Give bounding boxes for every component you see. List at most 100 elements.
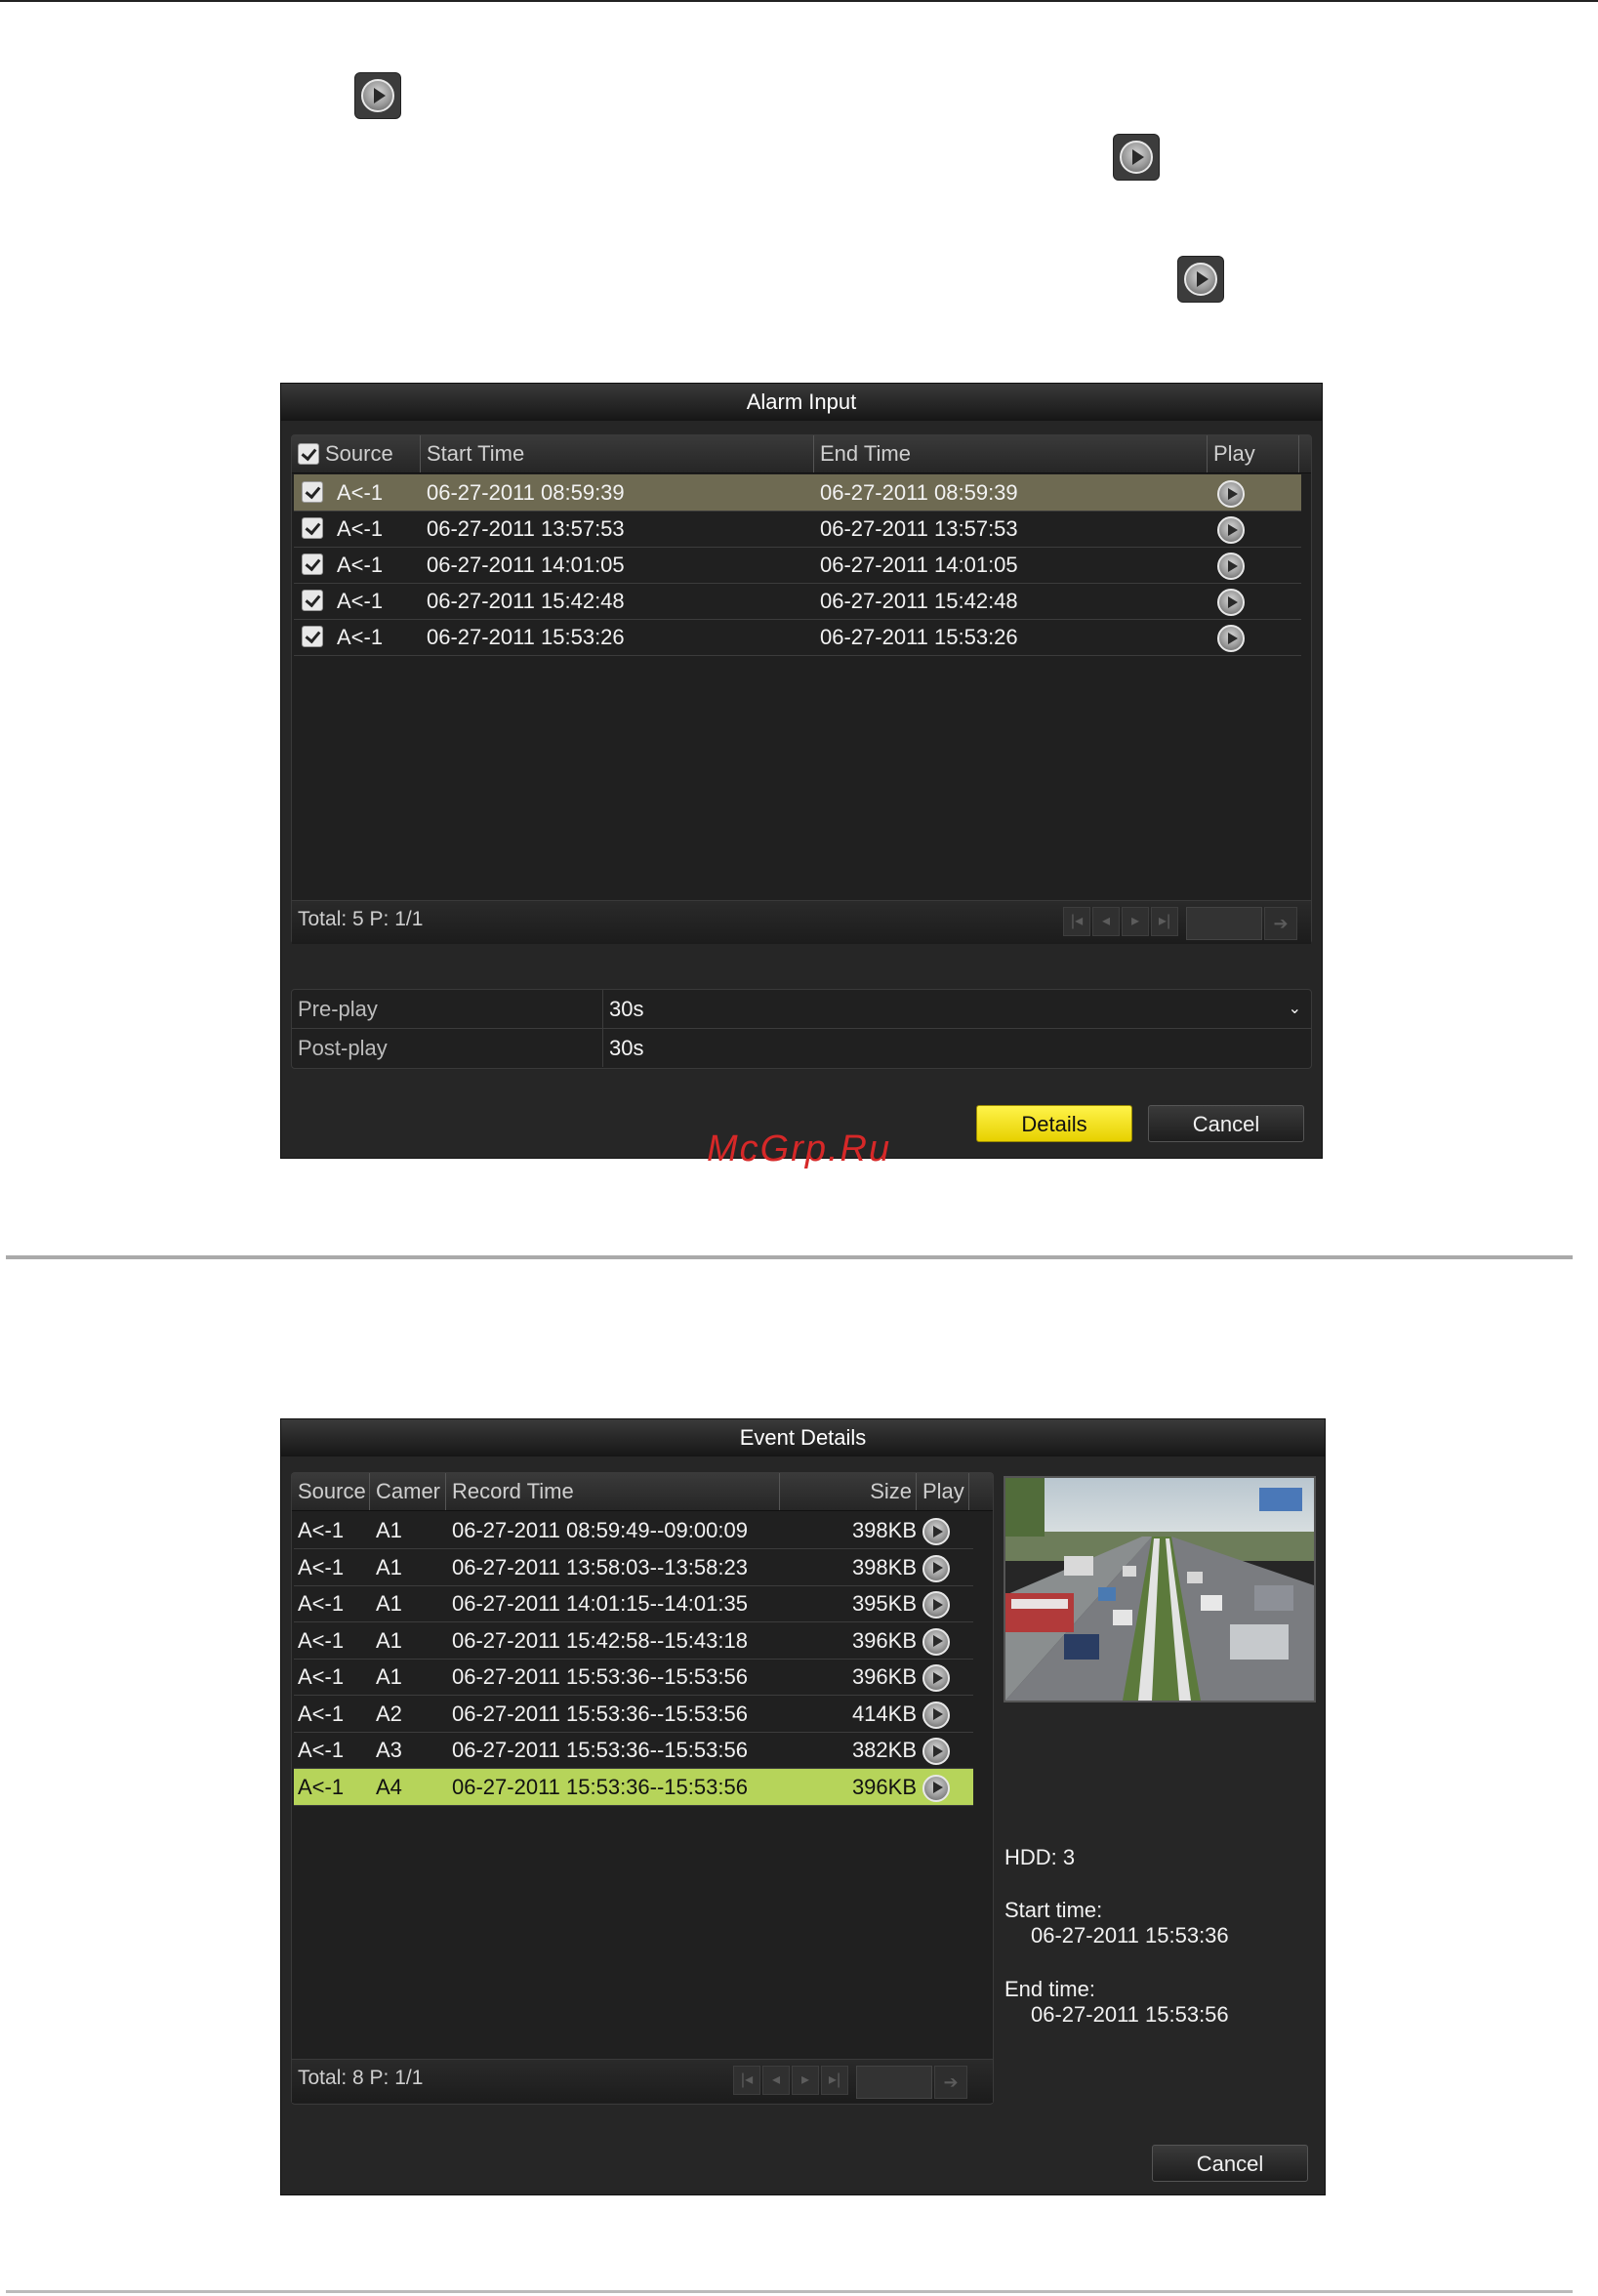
start-time-cell: 06-27-2011 14:01:05 bbox=[427, 553, 625, 577]
play-button[interactable] bbox=[922, 1549, 950, 1585]
table-row[interactable]: A<-1 A1 06-27-2011 15:53:36--15:53:56 396KB bbox=[294, 1659, 973, 1696]
record-time-cell: 06-27-2011 15:53:36--15:53:56 bbox=[452, 1774, 748, 1799]
play-icon bbox=[1217, 480, 1245, 509]
header-record-time[interactable]: Record Time bbox=[446, 1473, 780, 1510]
pager: |◂ ◂ ▸ ▸| ➔ bbox=[1063, 907, 1297, 940]
header-source[interactable]: Source bbox=[292, 435, 421, 472]
table-row[interactable]: A<-1 A2 06-27-2011 15:53:36--15:53:56 414KB bbox=[294, 1696, 973, 1733]
page-number-input[interactable] bbox=[1186, 907, 1262, 940]
play-button[interactable] bbox=[922, 1659, 950, 1695]
size-cell: 398KB bbox=[851, 1554, 917, 1579]
table-row[interactable]: A<-1 06-27-2011 15:53:26 06-27-2011 15:53:… bbox=[294, 619, 1301, 656]
first-page-button[interactable]: |◂ bbox=[1063, 907, 1090, 936]
source-cell: A<-1 bbox=[337, 480, 384, 505]
play-icon bbox=[1178, 257, 1223, 302]
table-row[interactable]: A<-1 06-27-2011 13:57:53 06-27-2011 13:57:… bbox=[294, 511, 1301, 548]
chevron-down-icon: ⌄ bbox=[1288, 1001, 1301, 1017]
play-button[interactable] bbox=[1217, 583, 1245, 619]
first-page-button[interactable]: |◂ bbox=[733, 2066, 760, 2095]
details-button[interactable]: Details bbox=[976, 1105, 1132, 1142]
postplay-select[interactable]: 30s bbox=[602, 1029, 1311, 1067]
table-row[interactable]: A<-1 06-27-2011 08:59:39 06-27-2011 08:59:… bbox=[294, 474, 1301, 512]
start-time-value: 06-27-2011 15:53:36 bbox=[1031, 1923, 1229, 1948]
header-end-time[interactable]: End Time bbox=[814, 435, 1208, 472]
prev-page-button[interactable]: ◂ bbox=[1092, 907, 1120, 936]
highway-scene-image bbox=[1005, 1478, 1314, 1701]
play-button[interactable] bbox=[922, 1696, 950, 1732]
camera-cell: A2 bbox=[376, 1701, 402, 1726]
table-row[interactable]: A<-1 06-27-2011 14:01:05 06-27-2011 14:01:… bbox=[294, 547, 1301, 584]
play-button[interactable] bbox=[922, 1769, 950, 1805]
table-row[interactable]: A<-1 A1 06-27-2011 13:58:03--13:58:23 398KB bbox=[294, 1549, 973, 1586]
play-button[interactable] bbox=[922, 1585, 950, 1621]
size-cell: 395KB bbox=[851, 1591, 917, 1616]
dialog-title: Event Details bbox=[281, 1419, 1325, 1456]
header-source[interactable]: Source bbox=[292, 1473, 370, 1510]
play-button[interactable] bbox=[1217, 474, 1245, 511]
play-button[interactable] bbox=[922, 1622, 950, 1659]
camera-cell: A1 bbox=[376, 1664, 402, 1689]
cancel-button[interactable]: Cancel bbox=[1152, 2145, 1308, 2182]
table-row[interactable]: A<-1 A1 06-27-2011 15:42:58--15:43:18 396KB bbox=[294, 1622, 973, 1660]
header-play[interactable]: Play bbox=[1208, 435, 1299, 472]
end-time-value: 06-27-2011 15:53:56 bbox=[1031, 2002, 1229, 2027]
alarm-list-footer: Total: 5 P: 1/1 |◂ ◂ ▸ ▸| ➔ bbox=[292, 900, 1311, 944]
row-checkbox[interactable] bbox=[302, 481, 323, 503]
size-cell: 396KB bbox=[851, 1627, 917, 1653]
page-number-input[interactable] bbox=[856, 2066, 932, 2099]
last-page-button[interactable]: ▸| bbox=[1151, 907, 1178, 936]
prev-page-button[interactable]: ◂ bbox=[762, 2066, 790, 2095]
cancel-button[interactable]: Cancel bbox=[1148, 1105, 1304, 1142]
record-time-cell: 06-27-2011 08:59:49--09:00:09 bbox=[452, 1518, 748, 1542]
play-icon bbox=[922, 1591, 950, 1620]
header-camera[interactable]: Camer bbox=[370, 1473, 446, 1510]
header-start-time[interactable]: Start Time bbox=[421, 435, 814, 472]
dialog-title: Alarm Input bbox=[281, 384, 1322, 421]
go-page-button[interactable]: ➔ bbox=[1264, 907, 1297, 940]
play-icon bbox=[1217, 516, 1245, 545]
source-cell: A<-1 bbox=[298, 1701, 345, 1726]
play-icon bbox=[922, 1554, 950, 1582]
table-row[interactable]: A<-1 A4 06-27-2011 15:53:36--15:53:56 396KB bbox=[294, 1768, 973, 1806]
end-time-cell: 06-27-2011 15:53:26 bbox=[820, 625, 1018, 649]
row-checkbox[interactable] bbox=[302, 517, 323, 539]
last-page-button[interactable]: ▸| bbox=[821, 2066, 848, 2095]
play-button[interactable] bbox=[922, 1512, 950, 1548]
source-cell: A<-1 bbox=[337, 553, 384, 577]
size-cell: 396KB bbox=[851, 1774, 917, 1799]
play-button[interactable] bbox=[1217, 547, 1245, 583]
record-time-cell: 06-27-2011 15:53:36--15:53:56 bbox=[452, 1664, 748, 1689]
camera-cell: A1 bbox=[376, 1627, 402, 1653]
play-button[interactable] bbox=[1217, 511, 1245, 547]
play-icon bbox=[922, 1701, 950, 1729]
start-time-label: Start time: bbox=[1004, 1898, 1103, 1922]
postplay-label: Post-play bbox=[298, 1036, 388, 1060]
record-time-cell: 06-27-2011 15:53:36--15:53:56 bbox=[452, 1738, 748, 1762]
row-checkbox[interactable] bbox=[302, 554, 323, 575]
next-page-button[interactable]: ▸ bbox=[1122, 907, 1149, 936]
row-checkbox[interactable] bbox=[302, 626, 323, 647]
go-page-button[interactable]: ➔ bbox=[934, 2066, 967, 2099]
source-cell: A<-1 bbox=[298, 1738, 345, 1762]
section-separator bbox=[6, 1255, 1573, 1259]
preplay-select[interactable]: 30s ⌄ bbox=[602, 990, 1311, 1028]
play-settings-panel: Pre-play 30s ⌄ Post-play 30s bbox=[291, 989, 1312, 1069]
table-row[interactable]: A<-1 A1 06-27-2011 08:59:49--09:00:09 398KB bbox=[294, 1512, 973, 1549]
header-size[interactable]: Size bbox=[780, 1473, 917, 1510]
alarm-list-panel: Source Start Time End Time Play A<-1 06-2… bbox=[291, 434, 1312, 944]
play-button[interactable] bbox=[1217, 619, 1245, 655]
next-page-button[interactable]: ▸ bbox=[792, 2066, 819, 2095]
table-row[interactable]: A<-1 A3 06-27-2011 15:53:36--15:53:56 382KB bbox=[294, 1732, 973, 1769]
table-row[interactable]: A<-1 06-27-2011 15:42:48 06-27-2011 15:42:… bbox=[294, 583, 1301, 620]
row-checkbox[interactable] bbox=[302, 590, 323, 611]
source-cell: A<-1 bbox=[298, 1518, 345, 1542]
top-rule bbox=[0, 0, 1598, 2]
play-button[interactable] bbox=[922, 1732, 950, 1768]
watermark: McGrp.Ru bbox=[707, 1128, 892, 1169]
header-play[interactable]: Play bbox=[917, 1473, 969, 1510]
table-row[interactable]: A<-1 A1 06-27-2011 14:01:15--14:01:35 395KB bbox=[294, 1585, 973, 1622]
preplay-label: Pre-play bbox=[298, 997, 378, 1021]
play-icon bbox=[922, 1664, 950, 1693]
select-all-checkbox[interactable] bbox=[298, 443, 319, 465]
table-header: Source Start Time End Time Play bbox=[292, 435, 1311, 473]
